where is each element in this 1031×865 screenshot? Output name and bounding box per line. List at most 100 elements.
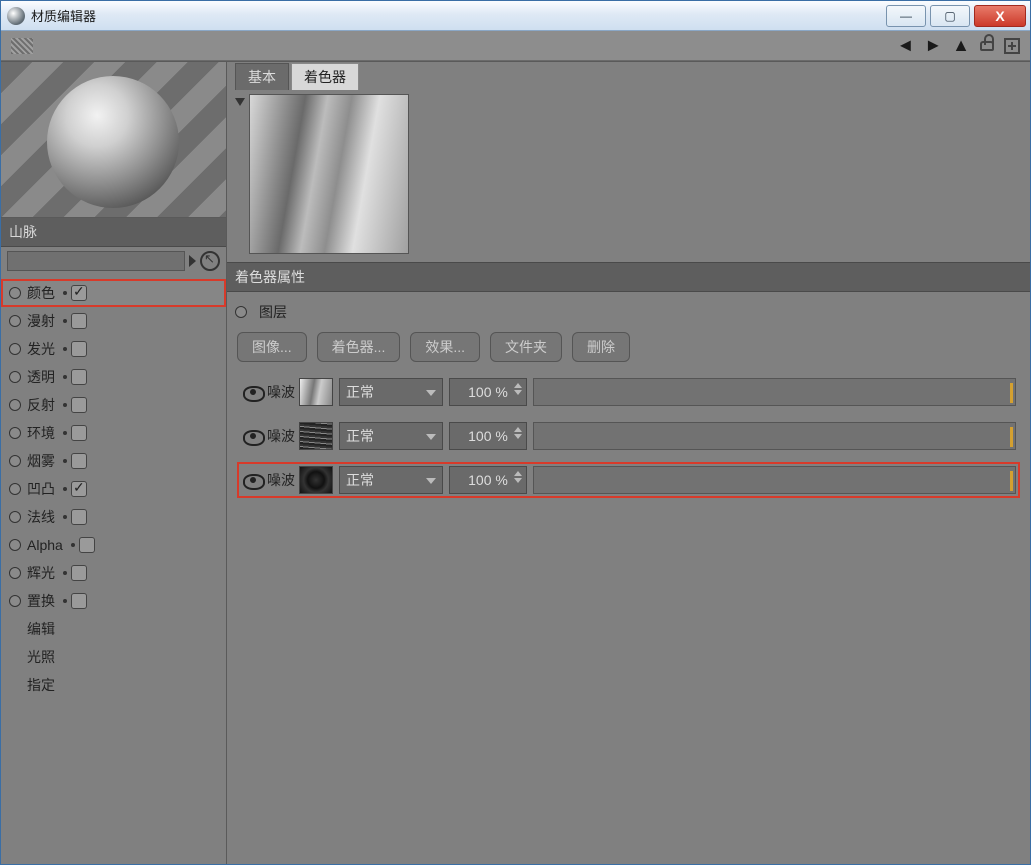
channel-row-assign[interactable]: 指定: [1, 671, 226, 699]
channel-row-diffuse[interactable]: 漫射: [1, 307, 226, 335]
channel-radio-icon[interactable]: [9, 511, 21, 523]
folder-button[interactable]: 文件夹: [490, 332, 562, 362]
visibility-eye-icon[interactable]: [241, 384, 263, 400]
blend-mode-select[interactable]: 正常: [339, 378, 443, 406]
material-name-field[interactable]: 山脉: [1, 218, 226, 247]
image-button[interactable]: 图像...: [237, 332, 307, 362]
channel-radio-icon[interactable]: [9, 287, 21, 299]
material-preview[interactable]: [1, 62, 226, 218]
maximize-button[interactable]: ▢: [930, 5, 970, 27]
channel-checkbox[interactable]: [71, 341, 87, 357]
layer-name: 噪波: [267, 382, 295, 402]
channel-row-alpha[interactable]: Alpha: [1, 531, 226, 559]
layer-thumbnail[interactable]: [299, 422, 333, 450]
minimize-button[interactable]: —: [886, 5, 926, 27]
collapse-icon[interactable]: [235, 98, 245, 106]
channel-checkbox[interactable]: [79, 537, 95, 553]
channel-row-lumin[interactable]: 发光: [1, 335, 226, 363]
layers-radio-icon[interactable]: [235, 306, 247, 318]
shader-button[interactable]: 着色器...: [317, 332, 401, 362]
stepper-down-icon[interactable]: [514, 434, 522, 439]
tab-shader[interactable]: 着色器: [291, 63, 359, 90]
channel-checkbox[interactable]: [71, 425, 87, 441]
material-pick-icon[interactable]: [200, 251, 220, 271]
layer-row[interactable]: 噪波正常100 %: [237, 462, 1020, 498]
blend-mode-select[interactable]: 正常: [339, 466, 443, 494]
channel-radio-icon[interactable]: [9, 595, 21, 607]
stepper-up-icon[interactable]: [514, 383, 522, 388]
channel-row-illum[interactable]: 光照: [1, 643, 226, 671]
stepper-down-icon[interactable]: [514, 390, 522, 395]
channel-checkbox[interactable]: [71, 593, 87, 609]
layer-thumbnail[interactable]: [299, 378, 333, 406]
new-tab-icon[interactable]: [1004, 38, 1020, 54]
channel-radio-icon[interactable]: [9, 427, 21, 439]
opacity-field[interactable]: 100 %: [449, 422, 527, 450]
channel-dot-icon: [71, 543, 75, 547]
up-arrow-icon[interactable]: ▲: [952, 35, 970, 56]
opacity-slider[interactable]: [533, 378, 1016, 406]
layers-label-row: 图层: [235, 302, 1020, 322]
editor-body: 山脉 颜色漫射发光透明反射环境烟雾凹凸法线Alpha 辉光置换编辑光照指定 基本 …: [1, 61, 1030, 864]
channel-checkbox[interactable]: [71, 313, 87, 329]
opacity-slider[interactable]: [533, 422, 1016, 450]
opacity-slider[interactable]: [533, 466, 1016, 494]
channel-checkbox[interactable]: [71, 565, 87, 581]
stepper-up-icon[interactable]: [514, 471, 522, 476]
stepper-up-icon[interactable]: [514, 427, 522, 432]
channel-checkbox[interactable]: [71, 369, 87, 385]
channel-checkbox[interactable]: [71, 397, 87, 413]
opacity-field[interactable]: 100 %: [449, 466, 527, 494]
lock-icon[interactable]: [980, 41, 994, 51]
next-arrow-icon[interactable]: ►: [924, 35, 942, 56]
layer-thumbnail[interactable]: [299, 466, 333, 494]
material-editor-window: 材质编辑器 — ▢ X ◄ ► ▲ 山脉: [0, 0, 1031, 865]
channel-radio-icon[interactable]: [9, 371, 21, 383]
channel-radio-icon[interactable]: [9, 455, 21, 467]
material-dropdown-icon[interactable]: [189, 255, 196, 267]
channel-label: 辉光: [27, 563, 55, 583]
channel-row-edit[interactable]: 编辑: [1, 615, 226, 643]
window-buttons: — ▢ X: [886, 5, 1026, 27]
channel-dot-icon: [63, 515, 67, 519]
channel-dot-icon: [63, 319, 67, 323]
channel-row-env[interactable]: 环境: [1, 419, 226, 447]
tab-basic[interactable]: 基本: [235, 63, 289, 90]
channel-radio-icon[interactable]: [9, 315, 21, 327]
channel-row-normal[interactable]: 法线: [1, 503, 226, 531]
channel-checkbox[interactable]: [71, 453, 87, 469]
channel-row-reflect[interactable]: 反射: [1, 391, 226, 419]
layer-row[interactable]: 噪波正常100 %: [237, 418, 1020, 454]
material-slot[interactable]: [7, 251, 185, 271]
close-button[interactable]: X: [974, 5, 1026, 27]
channel-dot-icon: [63, 375, 67, 379]
opacity-field[interactable]: 100 %: [449, 378, 527, 406]
channel-radio-icon[interactable]: [9, 483, 21, 495]
prev-arrow-icon[interactable]: ◄: [897, 35, 915, 56]
shader-preview[interactable]: [249, 94, 409, 254]
tab-bar: 基本 着色器: [227, 62, 1030, 90]
channel-radio-icon[interactable]: [9, 343, 21, 355]
dock-handle-icon[interactable]: [11, 38, 33, 54]
stepper-down-icon[interactable]: [514, 478, 522, 483]
channel-row-bump[interactable]: 凹凸: [1, 475, 226, 503]
window-title: 材质编辑器: [31, 6, 96, 25]
visibility-eye-icon[interactable]: [241, 472, 263, 488]
channel-radio-icon[interactable]: [9, 539, 21, 551]
channel-row-color[interactable]: 颜色: [1, 279, 226, 307]
delete-button[interactable]: 删除: [572, 332, 630, 362]
channel-row-fog[interactable]: 烟雾: [1, 447, 226, 475]
channel-row-displ[interactable]: 置换: [1, 587, 226, 615]
channel-radio-icon[interactable]: [9, 567, 21, 579]
channel-checkbox[interactable]: [71, 285, 87, 301]
blend-mode-select[interactable]: 正常: [339, 422, 443, 450]
channel-dot-icon: [63, 459, 67, 463]
channel-checkbox[interactable]: [71, 509, 87, 525]
channel-row-glow[interactable]: 辉光: [1, 559, 226, 587]
layer-row[interactable]: 噪波 正常100 %: [237, 374, 1020, 410]
effect-button[interactable]: 效果...: [410, 332, 480, 362]
channel-radio-icon[interactable]: [9, 399, 21, 411]
channel-row-transp[interactable]: 透明: [1, 363, 226, 391]
channel-checkbox[interactable]: [71, 481, 87, 497]
visibility-eye-icon[interactable]: [241, 428, 263, 444]
